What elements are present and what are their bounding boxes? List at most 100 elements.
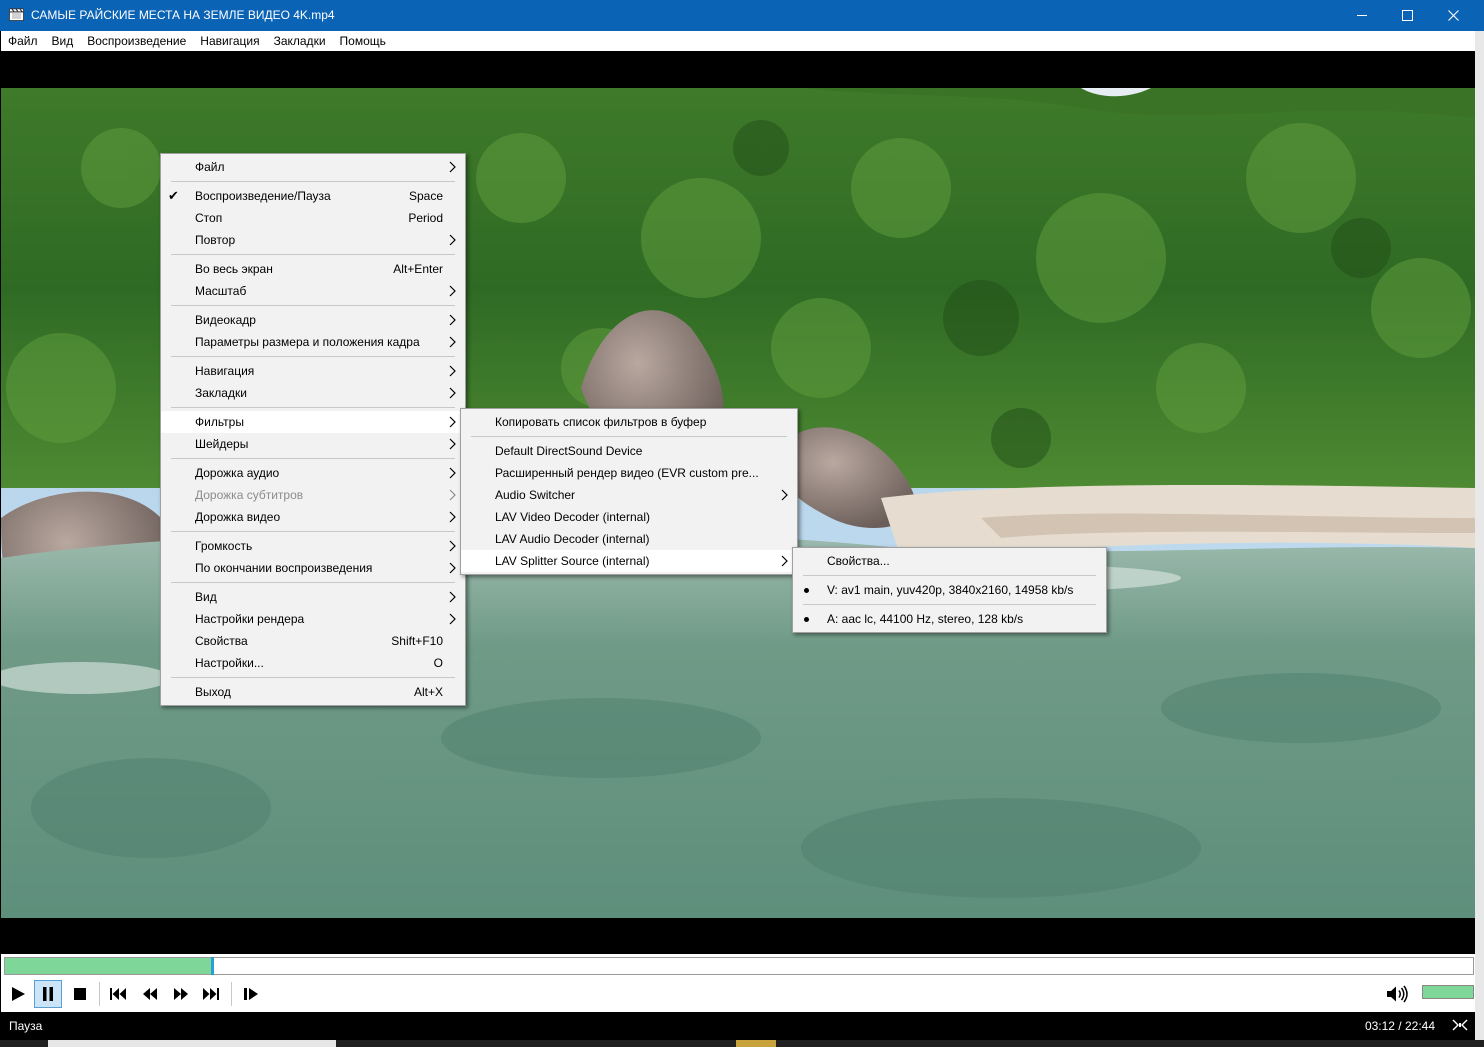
ctx-options[interactable]: Настройки... O: [161, 652, 465, 674]
splitter-video-stream[interactable]: V: av1 main, yuv420p, 3840x2160, 14958 k…: [793, 579, 1106, 601]
menu-separator: [171, 677, 455, 678]
ctx-zoom[interactable]: Масштаб: [161, 280, 465, 302]
minimize-icon: [1356, 15, 1367, 16]
filter-directsound[interactable]: Default DirectSound Device: [461, 440, 797, 462]
menu-separator: [803, 575, 1096, 576]
menu-separator: [471, 436, 787, 437]
ctx-volume[interactable]: Громкость: [161, 535, 465, 557]
ctx-shaders[interactable]: Шейдеры: [161, 433, 465, 455]
volume-slider[interactable]: [1422, 985, 1474, 999]
filter-lav-splitter[interactable]: LAV Splitter Source (internal): [461, 550, 797, 572]
playback-controls: [1, 978, 1475, 1012]
splitter-submenu: Свойства... V: av1 main, yuv420p, 3840x2…: [792, 547, 1107, 633]
chevron-right-icon: [449, 613, 456, 625]
ctx-bookmarks[interactable]: Закладки: [161, 382, 465, 404]
close-icon: [1447, 10, 1459, 21]
ctx-repeat[interactable]: Повтор: [161, 229, 465, 251]
pause-icon: [43, 987, 53, 1001]
volume-level: [1423, 986, 1473, 998]
ctx-video-track[interactable]: Дорожка видео: [161, 506, 465, 528]
splitter-audio-stream[interactable]: A: aac lc, 44100 Hz, stereo, 128 kb/s: [793, 608, 1106, 630]
ctx-exit[interactable]: Выход Alt+X: [161, 681, 465, 703]
frame-step-icon: [244, 988, 258, 1000]
splitter-properties[interactable]: Свойства...: [793, 550, 1106, 572]
taskbar-segment: [736, 1040, 776, 1047]
window-title: САМЫЕ РАЙСКИЕ МЕСТА НА ЗЕМЛЕ ВИДЕО 4K.mp…: [31, 8, 335, 22]
menu-bookmarks[interactable]: Закладки: [267, 34, 333, 48]
menu-playback[interactable]: Воспроизведение: [80, 34, 193, 48]
ctx-navigation[interactable]: Навигация: [161, 360, 465, 382]
chevron-right-icon: [449, 314, 456, 326]
taskbar-strip: [0, 1040, 1484, 1047]
frame-step-button[interactable]: [237, 980, 265, 1008]
chevron-right-icon: [449, 511, 456, 523]
chevron-right-icon: [449, 467, 456, 479]
menu-separator: [803, 604, 1096, 605]
player-window: САМЫЕ РАЙСКИЕ МЕСТА НА ЗЕМЛЕ ВИДЕО 4K.mp…: [0, 0, 1484, 1047]
chevron-right-icon: [449, 489, 456, 501]
ctx-filters[interactable]: Фильтры: [161, 411, 465, 433]
filter-audio-switcher[interactable]: Audio Switcher: [461, 484, 797, 506]
ctx-pan-scan[interactable]: Параметры размера и положения кадра: [161, 331, 465, 353]
chevron-right-icon: [449, 161, 456, 173]
control-separator: [231, 982, 232, 1006]
menu-separator: [171, 305, 455, 306]
ctx-view[interactable]: Вид: [161, 586, 465, 608]
seek-bar[interactable]: [4, 957, 1474, 975]
close-button[interactable]: [1430, 0, 1476, 31]
playback-status: Пауза: [9, 1019, 43, 1033]
stop-icon: [74, 988, 86, 1000]
radio-bullet-icon: [804, 617, 809, 622]
minimize-button[interactable]: [1339, 0, 1385, 31]
menu-separator: [171, 181, 455, 182]
menu-file[interactable]: Файл: [1, 34, 45, 48]
menu-separator: [171, 531, 455, 532]
rewind-icon: [143, 988, 157, 1000]
ctx-properties[interactable]: Свойства Shift+F10: [161, 630, 465, 652]
filters-copy-list[interactable]: Копировать список фильтров в буфер: [461, 411, 797, 433]
status-bar: Пауза 03:12 / 22:44: [1, 1012, 1475, 1040]
play-button[interactable]: [4, 980, 32, 1008]
chevron-right-icon: [449, 336, 456, 348]
filter-evr-renderer[interactable]: Расширенный рендер видео (EVR custom pre…: [461, 462, 797, 484]
chevron-right-icon: [449, 285, 456, 297]
chevron-right-icon: [449, 234, 456, 246]
chevron-right-icon: [449, 562, 456, 574]
pause-button[interactable]: [34, 980, 62, 1008]
ctx-stop[interactable]: Стоп Period: [161, 207, 465, 229]
title-bar[interactable]: САМЫЕ РАЙСКИЕ МЕСТА НА ЗЕМЛЕ ВИДЕО 4K.mp…: [0, 0, 1484, 31]
time-display: 03:12 / 22:44: [1364, 1019, 1435, 1033]
ctx-video-frame[interactable]: Видеокадр: [161, 309, 465, 331]
stop-button[interactable]: [66, 980, 94, 1008]
chevron-right-icon: [449, 540, 456, 552]
ctx-play-pause[interactable]: ✔ Воспроизведение/Пауза Space: [161, 185, 465, 207]
menu-help[interactable]: Помощь: [333, 34, 393, 48]
menu-bar: Файл Вид Воспроизведение Навигация Закла…: [1, 31, 1475, 51]
menu-separator: [171, 356, 455, 357]
menu-navigation[interactable]: Навигация: [193, 34, 266, 48]
checkmark-icon: ✔: [168, 188, 179, 203]
ctx-fullscreen[interactable]: Во весь экран Alt+Enter: [161, 258, 465, 280]
filter-lav-video[interactable]: LAV Video Decoder (internal): [461, 506, 797, 528]
seek-thumb[interactable]: [211, 957, 214, 975]
previous-button[interactable]: [104, 980, 132, 1008]
chevron-right-icon: [781, 555, 788, 567]
seek-progress: [5, 958, 211, 974]
rewind-button[interactable]: [136, 980, 164, 1008]
ctx-subtitle-track: Дорожка субтитров: [161, 484, 465, 506]
next-button[interactable]: [197, 980, 225, 1008]
mute-button[interactable]: [1384, 980, 1412, 1008]
filters-submenu: Копировать список фильтров в буфер Defau…: [460, 408, 798, 575]
speaker-volume-icon: [1387, 985, 1408, 1003]
menu-view[interactable]: Вид: [45, 34, 81, 48]
filter-lav-audio[interactable]: LAV Audio Decoder (internal): [461, 528, 797, 550]
skip-next-icon: [203, 988, 219, 1000]
ctx-file[interactable]: Файл: [161, 156, 465, 178]
skip-previous-icon: [110, 988, 126, 1000]
ctx-audio-track[interactable]: Дорожка аудио: [161, 462, 465, 484]
ctx-renderer-settings[interactable]: Настройки рендера: [161, 608, 465, 630]
menu-separator: [171, 458, 455, 459]
ctx-after-playback[interactable]: По окончании воспроизведения: [161, 557, 465, 579]
maximize-button[interactable]: [1384, 0, 1430, 31]
fast-forward-button[interactable]: [167, 980, 195, 1008]
